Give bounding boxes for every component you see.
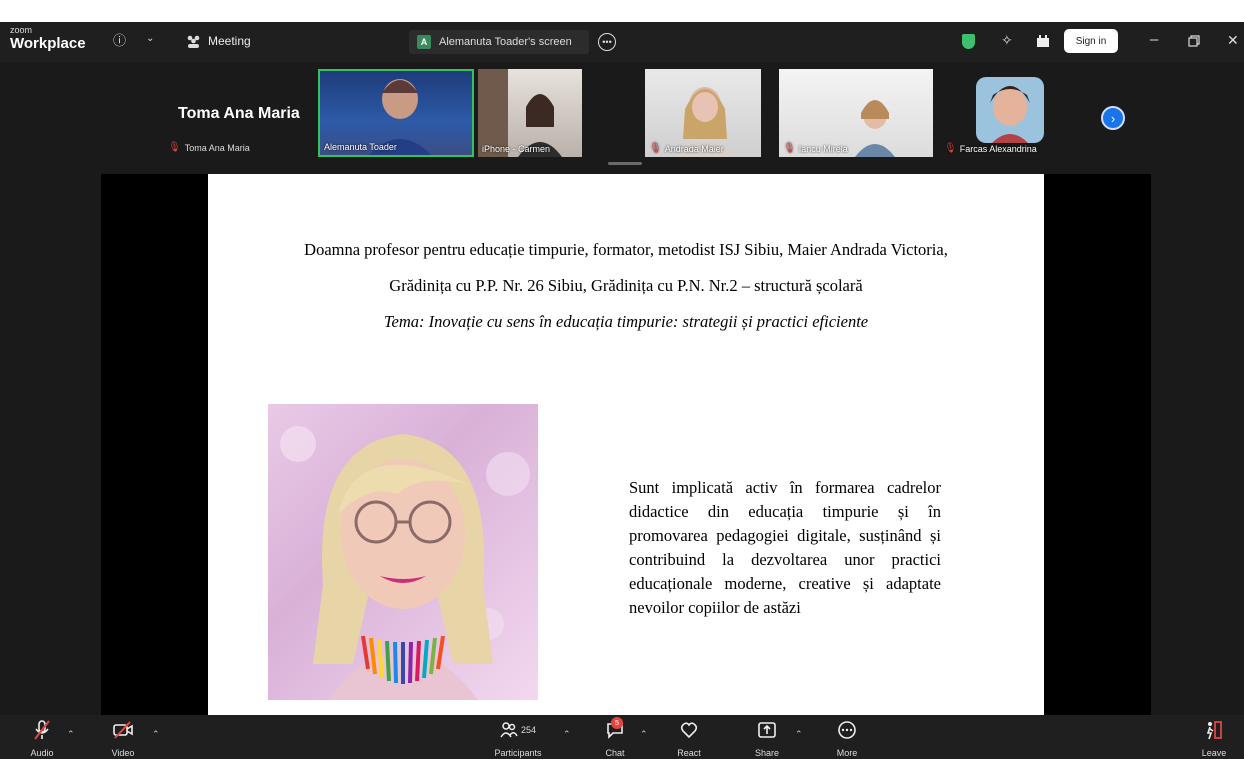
active-speaker-label: 🎙 Toma Ana Maria — [168, 142, 250, 153]
chevron-right-icon: › — [1110, 110, 1116, 126]
participant-tile[interactable]: 🎙 Andrada Maier — [645, 69, 761, 157]
tile-label: 🎙 Iancu Mirela — [783, 143, 848, 154]
mic-muted-icon: 🎙 — [783, 143, 796, 154]
resize-handle[interactable] — [608, 162, 642, 165]
chevron-down-icon[interactable]: ⌄ — [146, 34, 154, 44]
ai-sparkle-icon[interactable]: ✧ — [1001, 33, 1013, 47]
participants-options-caret[interactable]: ⌃ — [563, 729, 571, 740]
screen-badge: A — [417, 35, 431, 49]
brand-logo: zoom Workplace — [10, 25, 86, 52]
mic-muted-icon: 🎙 — [168, 142, 181, 153]
share-screen-icon — [758, 722, 776, 738]
video-off-icon — [113, 721, 133, 739]
chat-button[interactable]: 5 Chat — [599, 717, 631, 758]
participant-tile[interactable]: Alemanuta Toader — [318, 69, 474, 157]
slide-line-2: Grădinița cu P.P. Nr. 26 Sibiu, Grădiniț… — [389, 276, 863, 295]
screen-tab-label: Alemanuta Toader's screen — [439, 36, 572, 48]
view-options-icon[interactable]: ••• — [598, 33, 616, 51]
zoom-window: zoom Workplace ⓘ ⌄ Meeting A Alemanuta T… — [0, 0, 1244, 759]
leave-button[interactable]: Leave — [1196, 719, 1232, 758]
audio-button[interactable]: Audio — [24, 719, 60, 758]
close-icon[interactable]: ✕ — [1227, 33, 1239, 47]
title-bar: zoom Workplace ⓘ ⌄ Meeting A Alemanuta T… — [0, 22, 1244, 62]
restore-icon[interactable] — [1188, 35, 1200, 47]
slide-theme: Tema: Inovație cu sens în educația timpu… — [383, 312, 869, 331]
mic-muted-icon: 🎙 — [944, 143, 957, 154]
react-button[interactable]: React — [672, 719, 706, 758]
brand-name: Workplace — [10, 35, 86, 52]
participants-button[interactable]: 254 Participants — [488, 719, 548, 758]
meeting-people-icon — [187, 35, 200, 48]
heart-icon — [680, 722, 698, 739]
mic-muted-icon: 🎙 — [649, 143, 662, 154]
video-options-caret[interactable]: ⌃ — [152, 729, 160, 740]
sign-in-button[interactable]: Sign in — [1064, 29, 1118, 53]
meeting-toolbar: Audio ⌃ Video ⌃ 254 Participants ⌃ 5 Cha… — [0, 715, 1244, 759]
presenter-bio: Sunt implicată activ în formarea cadrelo… — [629, 478, 941, 617]
presenter-photo — [268, 404, 538, 700]
more-button[interactable]: More — [830, 719, 864, 758]
shared-slide: Doamna profesor pentru educație timpurie… — [208, 174, 1044, 715]
participant-tile[interactable]: 🎙 Iancu Mirela — [779, 69, 933, 157]
minimize-icon[interactable]: – — [1150, 32, 1158, 47]
chat-unread-badge: 5 — [611, 717, 623, 729]
next-page-button[interactable]: › — [1101, 106, 1125, 130]
slide-line-1: Doamna profesor pentru educație timpurie… — [304, 240, 948, 259]
meeting-label: Meeting — [208, 34, 251, 48]
leave-icon — [1206, 721, 1222, 740]
screen-share-tab[interactable]: A Alemanuta Toader's screen — [409, 30, 589, 54]
apps-icon[interactable] — [1036, 34, 1050, 48]
video-button[interactable]: Video — [105, 719, 141, 758]
info-icon[interactable]: ⓘ — [113, 34, 126, 47]
share-options-caret[interactable]: ⌃ — [795, 729, 803, 740]
more-icon — [838, 721, 856, 739]
brand-small: zoom — [10, 25, 33, 35]
active-speaker-name: Toma Ana Maria — [178, 105, 300, 122]
audio-options-caret[interactable]: ⌃ — [67, 729, 75, 740]
participants-count: 254 — [520, 725, 537, 735]
participant-tile[interactable]: 🎙 Farcas Alexandrina — [940, 69, 1048, 157]
participant-tile[interactable]: iPhone - Carmen — [478, 69, 582, 157]
security-shield-icon[interactable] — [962, 34, 975, 49]
tile-label: iPhone - Carmen — [482, 144, 551, 154]
tile-label: 🎙 Andrada Maier — [649, 143, 724, 154]
chat-options-caret[interactable]: ⌃ — [640, 729, 648, 740]
top-margin — [0, 0, 1244, 22]
participants-icon — [500, 722, 518, 738]
tile-label: Alemanuta Toader — [324, 142, 397, 152]
tile-label: 🎙 Farcas Alexandrina — [944, 143, 1037, 154]
mic-muted-icon — [34, 720, 50, 740]
participant-strip: Toma Ana Maria 🎙 Toma Ana Maria Alemanut… — [0, 62, 1244, 172]
meeting-menu[interactable]: Meeting — [186, 34, 251, 48]
share-button[interactable]: Share — [750, 719, 784, 758]
